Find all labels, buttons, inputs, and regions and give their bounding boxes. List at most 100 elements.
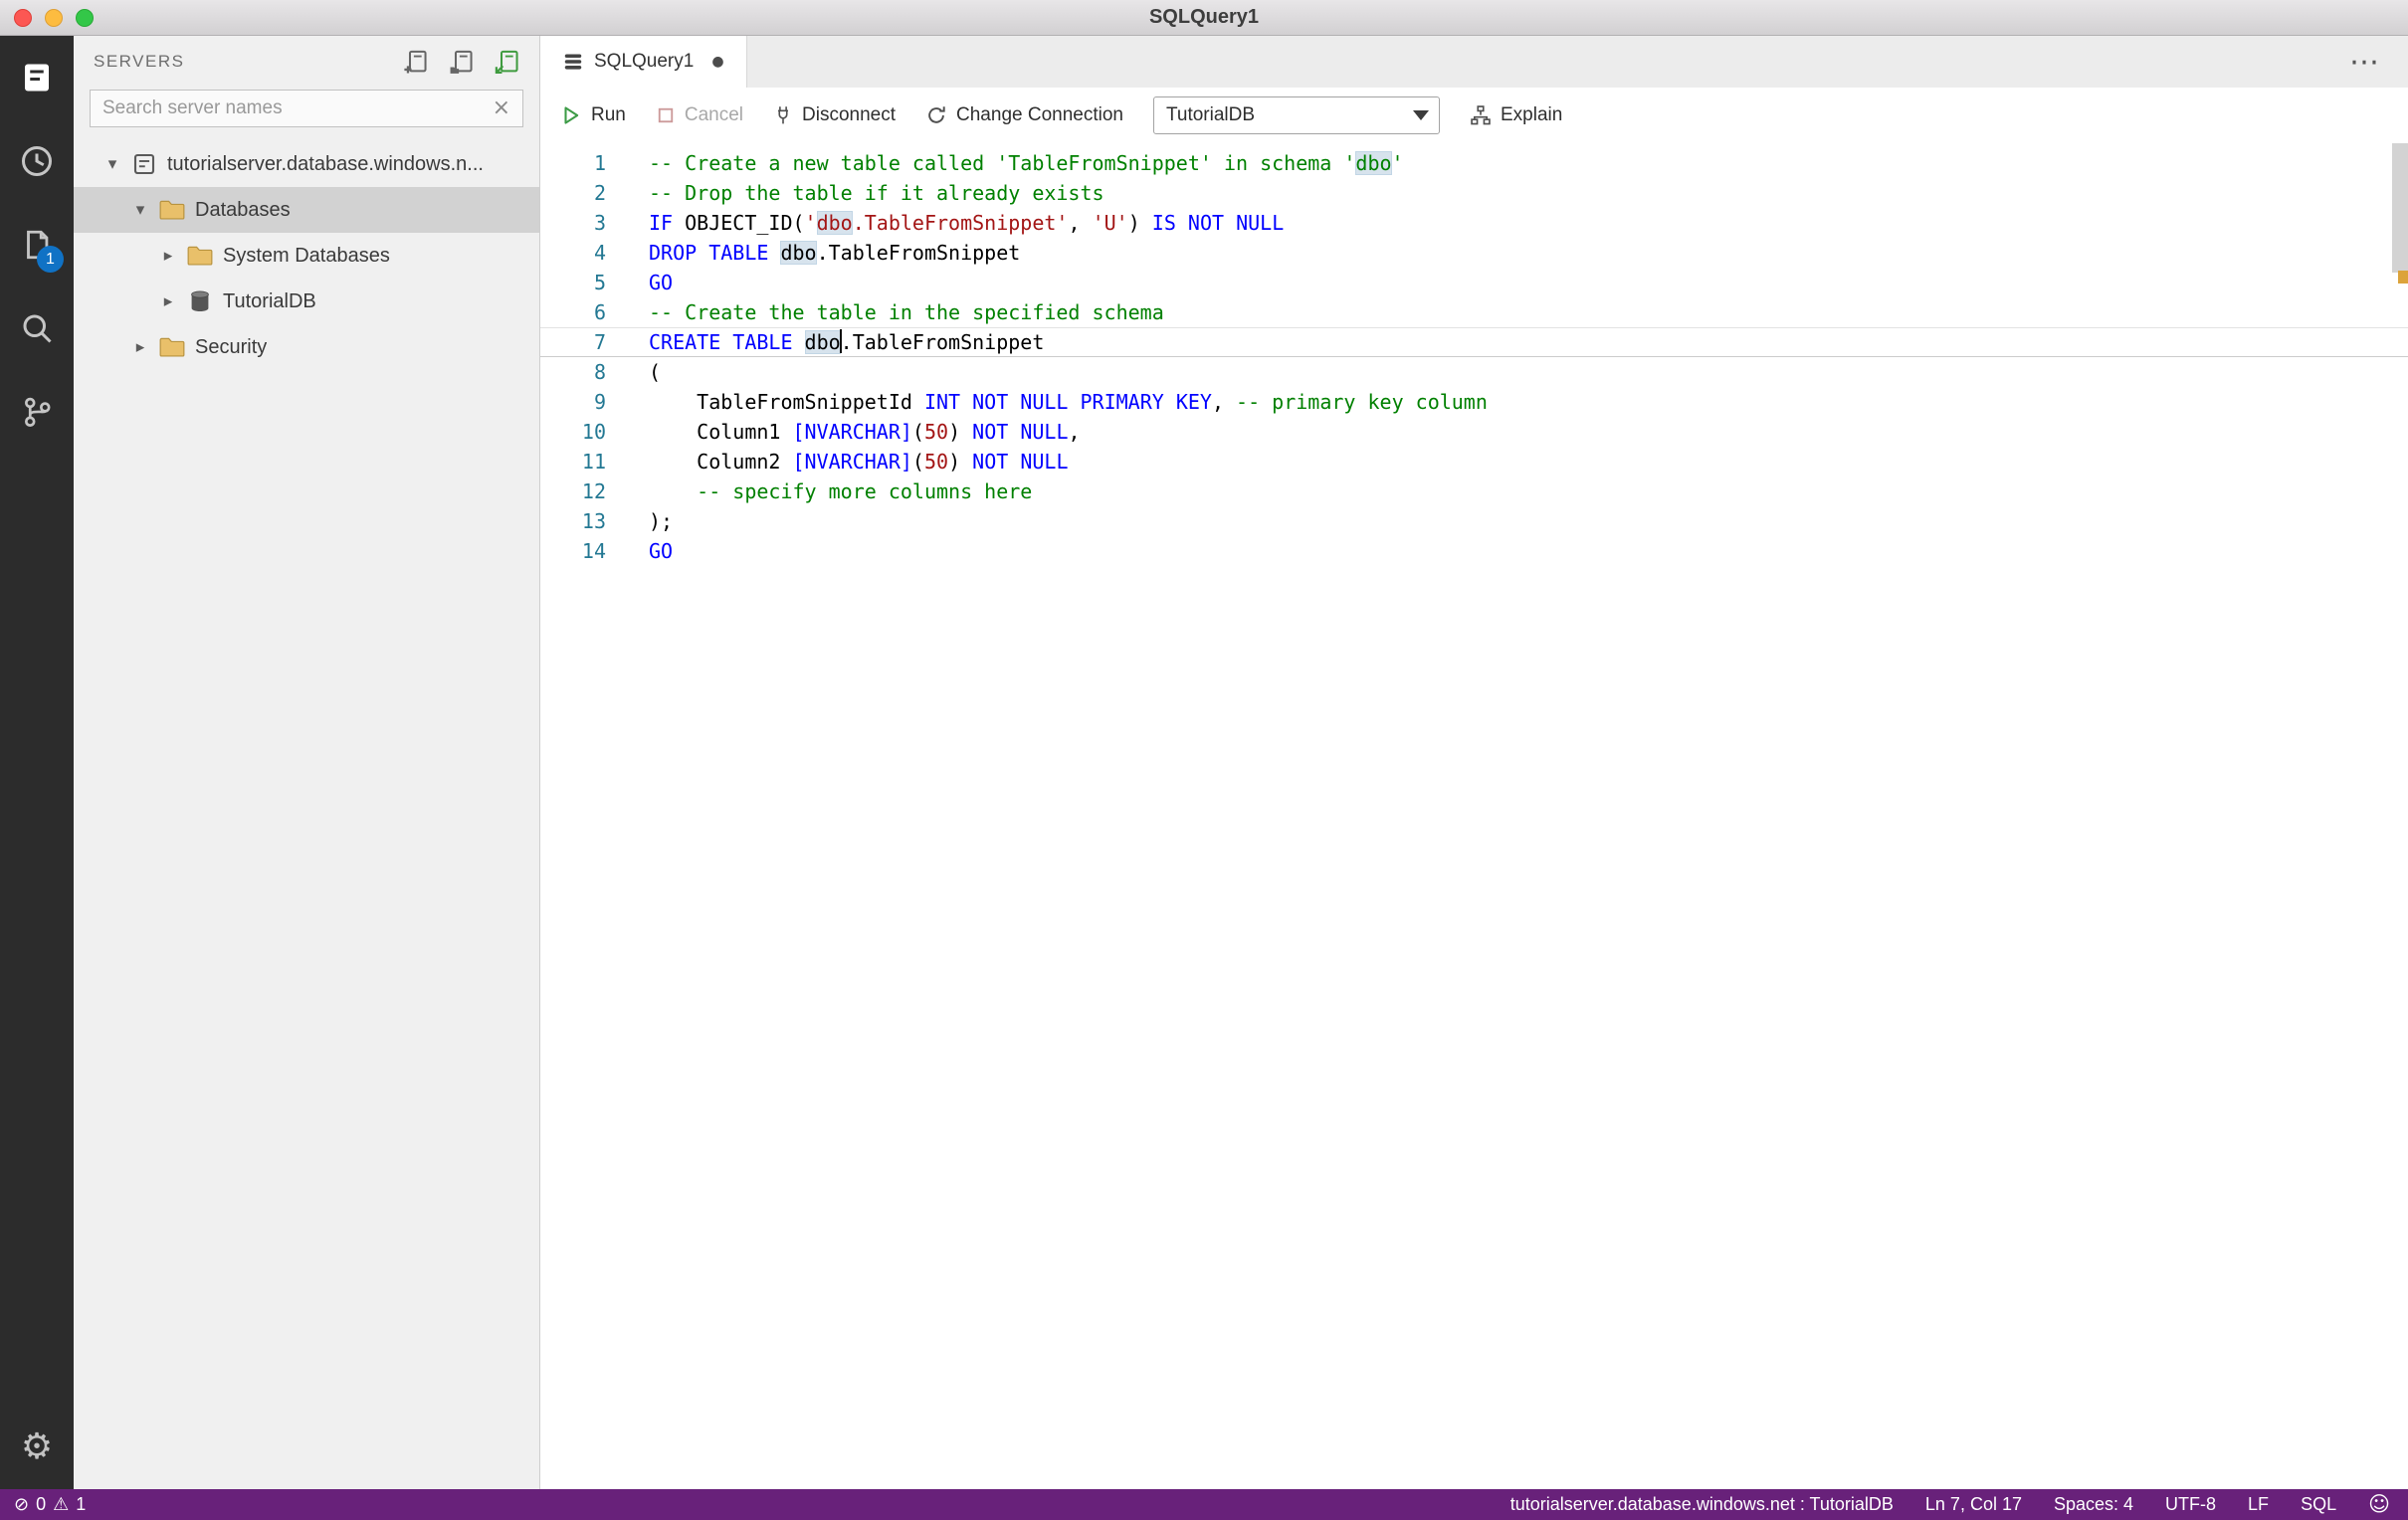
eol-status[interactable]: LF — [2248, 1494, 2269, 1515]
chevron-down-icon[interactable]: ▾ — [99, 154, 126, 174]
code-line-7[interactable]: 7 CREATE TABLE dbo.TableFromSnippet — [540, 327, 2408, 357]
code-line-14[interactable]: 14 GO — [540, 536, 2408, 566]
code-line-9[interactable]: 9 TableFromSnippetId INT NOT NULL PRIMAR… — [540, 387, 2408, 417]
code-line-text: ( — [649, 360, 662, 384]
code-line-text: Column2 [NVARCHAR](50) NOT NULL — [649, 450, 1069, 474]
settings-gear-button[interactable]: ⚙ — [0, 1406, 74, 1489]
query-plan-icon — [1470, 104, 1492, 126]
tab-label: SQLQuery1 — [594, 51, 695, 72]
activity-open-editors[interactable]: 1 — [0, 203, 74, 286]
code-line-text: IF OBJECT_ID('dbo.TableFromSnippet', 'U'… — [649, 211, 1285, 235]
explain-button[interactable]: Explain — [1470, 104, 1562, 126]
activity-task-history[interactable] — [0, 119, 74, 203]
editor-group: SQLQuery1 ● ⋯ Run Cancel Disconnect Chan… — [540, 36, 2408, 1489]
tree-item-label: TutorialDB — [223, 289, 316, 312]
status-bar: ⊘ 0 ⚠ 1 tutorialserver.database.windows.… — [0, 1489, 2408, 1520]
code-editor[interactable]: 1 -- Create a new table called 'TableFrom… — [540, 143, 2408, 1489]
run-play-icon — [560, 104, 582, 126]
close-window-button[interactable] — [14, 8, 32, 27]
encoding-status[interactable]: UTF-8 — [2165, 1494, 2216, 1515]
chevron-right-icon[interactable]: ▸ — [126, 337, 154, 357]
tree-item-databases[interactable]: ▾ Databases — [74, 187, 539, 233]
code-line-8[interactable]: 8( — [540, 357, 2408, 387]
database-dropdown-value: TutorialDB — [1165, 104, 1256, 125]
new-server-group-icon[interactable] — [448, 47, 478, 77]
tab-sqlquery1[interactable]: SQLQuery1 ● — [540, 36, 747, 88]
activity-servers[interactable] — [0, 36, 74, 119]
error-icon: ⊘ — [14, 1493, 30, 1515]
line-number: 13 — [581, 509, 606, 533]
language-mode-status[interactable]: SQL — [2301, 1494, 2336, 1515]
new-connection-icon[interactable] — [402, 47, 432, 77]
code-line-1[interactable]: 1 -- Create a new table called 'TableFrom… — [540, 148, 2408, 178]
cancel-button[interactable]: Cancel — [656, 104, 743, 126]
more-actions-icon[interactable]: ⋯ — [2323, 36, 2408, 88]
line-number: 6 — [593, 300, 606, 324]
feedback-smiley-icon[interactable]: ☺ — [2368, 1494, 2390, 1515]
indentation-status[interactable]: Spaces: 4 — [2054, 1494, 2133, 1515]
run-button[interactable]: Run — [560, 104, 626, 126]
line-number: 7 — [593, 330, 606, 354]
window-controls — [14, 0, 94, 35]
chevron-down-icon[interactable]: ▾ — [126, 200, 154, 220]
servers-header: SERVERS — [74, 36, 539, 82]
folder-icon — [182, 245, 218, 267]
code-line-4[interactable]: 4 DROP TABLE dbo.TableFromSnippet — [540, 238, 2408, 268]
change-connection-button[interactable]: Change Connection — [925, 104, 1123, 126]
code-line-13[interactable]: 13); — [540, 506, 2408, 536]
server-search-input[interactable] — [102, 97, 493, 119]
code-line-3[interactable]: 3 IF OBJECT_ID('dbo.TableFromSnippet', 'U… — [540, 208, 2408, 238]
server-icon — [126, 152, 162, 176]
code-line-text: -- Drop the table if it already exists — [649, 181, 1104, 205]
code-line-6[interactable]: 6 -- Create the table in the specified sc… — [540, 297, 2408, 327]
servers-panel-title: SERVERS — [94, 52, 185, 71]
error-count: 0 — [36, 1494, 47, 1514]
search-icon — [19, 310, 55, 346]
code-line-text: GO — [649, 271, 674, 294]
tab-bar: SQLQuery1 ● ⋯ — [540, 36, 2408, 88]
tree-item-tutorialserver-database-windows-n[interactable]: ▾ tutorialserver.database.windows.n... — [74, 141, 539, 187]
database-dropdown[interactable]: TutorialDB — [1152, 96, 1440, 134]
problems-status[interactable]: ⊘ 0 ⚠ 1 — [14, 1494, 86, 1515]
tree-item-system-databases[interactable]: ▸ System Databases — [74, 233, 539, 279]
code-line-2[interactable]: 2 -- Drop the table if it already exists — [540, 178, 2408, 208]
tree-item-security[interactable]: ▸ Security — [74, 324, 539, 370]
warning-count: 1 — [76, 1494, 87, 1514]
code-line-text: Column1 [NVARCHAR](50) NOT NULL, — [649, 420, 1081, 444]
tree-item-label: tutorialserver.database.windows.n... — [167, 152, 484, 175]
git-branch-icon — [19, 394, 55, 430]
code-line-10[interactable]: 10 Column1 [NVARCHAR](50) NOT NULL, — [540, 417, 2408, 447]
code-line-5[interactable]: 5 GO — [540, 268, 2408, 297]
activity-source-control[interactable] — [0, 370, 74, 454]
activity-search[interactable] — [0, 286, 74, 370]
minimize-window-button[interactable] — [45, 8, 63, 27]
folder-icon — [154, 336, 190, 358]
tree-item-tutorialdb[interactable]: ▸ TutorialDB — [74, 279, 539, 324]
tree-item-label: Security — [195, 335, 268, 358]
chevron-down-icon — [1403, 97, 1439, 133]
code-line-11[interactable]: 11 Column2 [NVARCHAR](50) NOT NULL — [540, 447, 2408, 476]
active-connections-icon[interactable] — [494, 47, 523, 77]
zoom-window-button[interactable] — [76, 8, 94, 27]
editor-scrollbar-thumb[interactable] — [2392, 143, 2408, 273]
code-line-12[interactable]: 12 -- specify more columns here — [540, 476, 2408, 506]
line-number: 5 — [593, 271, 606, 294]
overview-warning-marker — [2398, 271, 2408, 284]
line-number: 2 — [593, 181, 606, 205]
dirty-indicator[interactable]: ● — [711, 54, 723, 70]
clock-icon — [19, 143, 55, 179]
tree-item-label: Databases — [195, 198, 291, 221]
line-number: 11 — [581, 450, 606, 474]
query-toolbar: Run Cancel Disconnect Change Connection — [540, 88, 2408, 143]
titlebar: SQLQuery1 — [0, 0, 2408, 36]
connection-status[interactable]: tutorialserver.database.windows.net : Tu… — [1510, 1494, 1894, 1515]
folder-icon — [154, 199, 190, 221]
clear-search-icon[interactable]: × — [493, 97, 510, 119]
cursor-position-status[interactable]: Ln 7, Col 17 — [1925, 1494, 2022, 1515]
code-line-text: GO — [649, 539, 674, 563]
window-title: SQLQuery1 — [1148, 6, 1260, 28]
refresh-icon — [925, 104, 947, 126]
chevron-right-icon[interactable]: ▸ — [154, 291, 182, 311]
chevron-right-icon[interactable]: ▸ — [154, 246, 182, 266]
disconnect-button[interactable]: Disconnect — [773, 104, 896, 126]
